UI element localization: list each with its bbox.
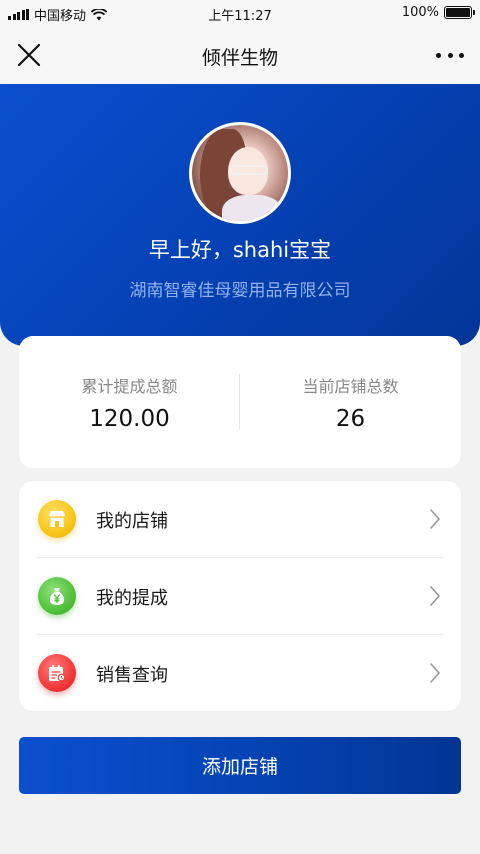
status-bar: 中国移动 上午11:27 100% (0, 0, 480, 26)
chevron-right-icon (430, 663, 440, 683)
avatar[interactable] (189, 122, 291, 224)
total-commission-label: 累计提成总额 (81, 377, 178, 396)
store-count-label: 当前店铺总数 (302, 377, 399, 396)
greeting-text: 早上好，shahi宝宝 (148, 238, 332, 262)
chevron-right-icon (430, 509, 440, 529)
menu-item-label: 销售查询 (96, 665, 168, 686)
more-icon[interactable] (434, 40, 466, 70)
store-count-value: 26 (335, 406, 366, 432)
menu-item-my-stores[interactable]: 我的店铺 (19, 481, 461, 557)
total-commission-stat: 累计提成总额 120.00 (19, 336, 240, 468)
menu-item-sales-query[interactable]: 销售查询 (19, 635, 461, 711)
money-bag-icon (38, 577, 76, 615)
nav-bar: 倾伴生物 (0, 26, 480, 84)
profile-header: 早上好，shahi宝宝 湖南智睿佳母婴用品有限公司 (0, 84, 480, 346)
battery-fill (446, 8, 470, 17)
chevron-right-icon (430, 586, 440, 606)
total-commission-value: 120.00 (89, 406, 170, 432)
menu-card: 我的店铺 我的提成 销售查询 (19, 481, 461, 711)
battery-percent: 100% (401, 5, 439, 20)
status-right: 100% (401, 5, 475, 20)
company-name: 湖南智睿佳母婴用品有限公司 (129, 281, 351, 301)
page-title: 倾伴生物 (201, 47, 278, 69)
menu-item-label: 我的提成 (96, 588, 168, 609)
menu-item-my-commission[interactable]: 我的提成 (19, 558, 461, 634)
calendar-search-icon (38, 654, 76, 692)
stats-card: 累计提成总额 120.00 当前店铺总数 26 (19, 336, 461, 468)
store-count-stat: 当前店铺总数 26 (240, 336, 461, 468)
store-icon (38, 500, 76, 538)
menu-item-label: 我的店铺 (96, 511, 168, 532)
add-store-button[interactable]: 添加店铺 (19, 737, 461, 794)
battery-icon (444, 6, 475, 19)
